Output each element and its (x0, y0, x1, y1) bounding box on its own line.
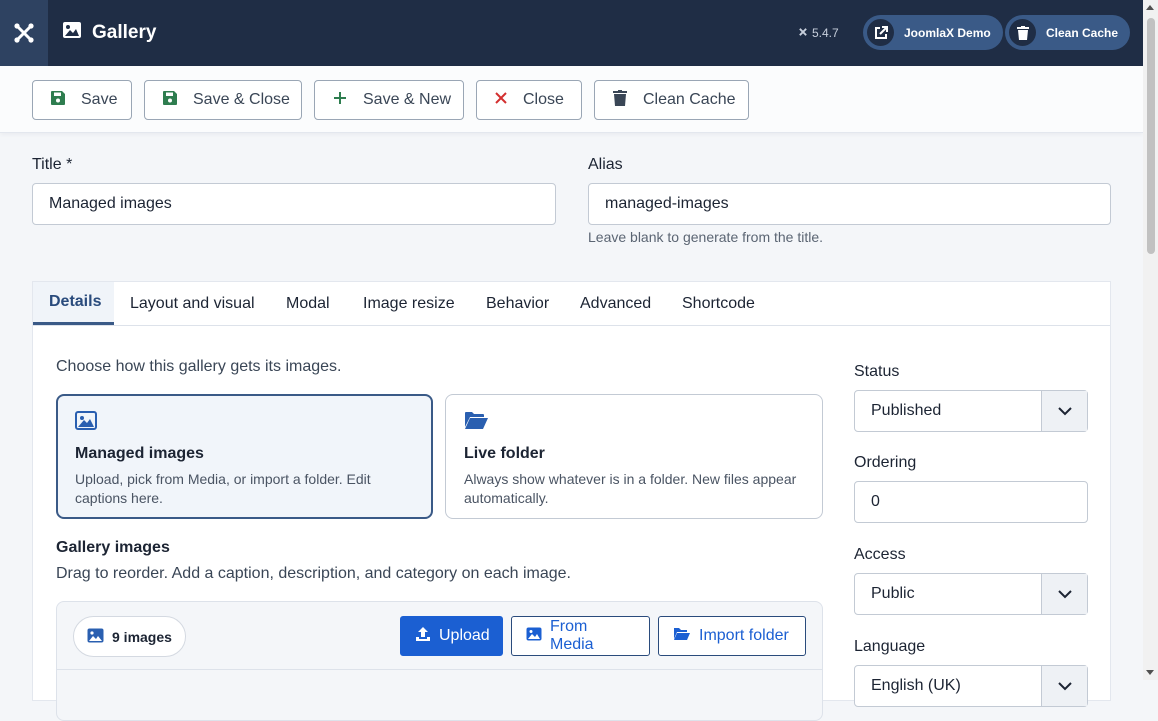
tab-behavior[interactable]: Behavior (470, 282, 565, 325)
upload-label: Upload (439, 627, 490, 644)
upload-button[interactable]: Upload (400, 616, 503, 656)
joomla-small-icon (798, 26, 808, 40)
version-text: 5.4.7 (812, 26, 839, 40)
image-count-badge: 9 images (73, 616, 186, 657)
image-icon (75, 411, 97, 434)
plus-icon (333, 91, 347, 110)
scroll-up-icon[interactable] (1146, 5, 1154, 10)
option-live-folder[interactable]: Live folder Always show whatever is in a… (445, 394, 823, 519)
save-label: Save (81, 91, 118, 108)
access-label: Access (854, 546, 906, 563)
save-close-label: Save & Close (193, 91, 290, 108)
import-folder-label: Import folder (699, 627, 789, 644)
external-link-icon (867, 19, 894, 46)
images-panel: 9 images Upload From Media Import folder (56, 601, 823, 721)
close-icon (495, 91, 507, 109)
option-desc: Always show whatever is in a folder. New… (464, 471, 797, 506)
save-button[interactable]: Save (32, 80, 132, 120)
language-select[interactable]: English (UK) (854, 665, 1088, 707)
access-select[interactable]: Public (854, 573, 1088, 615)
folder-open-icon (464, 412, 489, 434)
from-media-label: From Media (550, 618, 594, 653)
status-select[interactable]: Published (854, 390, 1088, 432)
from-media-button[interactable]: From Media (511, 616, 650, 656)
option-title: Managed images (75, 445, 204, 462)
header-clean-cache-button[interactable]: Clean Cache (1005, 15, 1131, 50)
save-icon (163, 90, 177, 110)
ordering-value: 0 (871, 493, 880, 510)
folder-open-icon (673, 627, 691, 646)
option-title: Live folder (464, 445, 545, 462)
page-title-text: Gallery (92, 22, 157, 43)
close-button[interactable]: Close (476, 80, 582, 120)
scroll-thumb[interactable] (1147, 18, 1155, 254)
gallery-images-desc: Drag to reorder. Add a caption, descript… (56, 565, 571, 582)
tab-image-resize[interactable]: Image resize (347, 282, 471, 325)
alias-field[interactable]: managed-images (588, 183, 1111, 225)
access-value: Public (871, 585, 915, 602)
header-clean-cache-label: Clean Cache (1046, 25, 1119, 40)
tab-details[interactable]: Details (33, 282, 114, 325)
title-value: Managed images (49, 195, 172, 212)
clean-cache-button[interactable]: Clean Cache (594, 80, 749, 120)
upload-icon (415, 626, 431, 647)
close-label: Close (523, 91, 564, 108)
chevron-down-icon (1041, 666, 1087, 706)
image-icon (87, 628, 104, 646)
image-count-text: 9 images (112, 628, 172, 645)
gallery-images-heading: Gallery images (56, 539, 170, 556)
image-icon (62, 21, 82, 45)
option-desc: Upload, pick from Media, or import a fol… (75, 471, 371, 506)
panel-divider (57, 669, 822, 670)
language-label: Language (854, 638, 926, 655)
edit-card: Details Layout and visual Modal Image re… (32, 281, 1111, 721)
save-close-button[interactable]: Save & Close (144, 80, 302, 120)
status-label: Status (854, 363, 900, 380)
app-header: Gallery 5.4.7 JoomlaX Demo Clean Cache (0, 0, 1143, 66)
status-value: Published (871, 402, 942, 419)
clean-cache-label: Clean Cache (643, 91, 736, 108)
save-new-button[interactable]: Save & New (314, 80, 464, 120)
scroll-down-icon[interactable] (1146, 670, 1154, 675)
image-icon (526, 627, 542, 646)
tab-advanced[interactable]: Advanced (564, 282, 667, 325)
trash-icon (613, 89, 627, 111)
tab-bar: Details Layout and visual Modal Image re… (33, 282, 1110, 326)
joomla-logo-icon[interactable] (0, 0, 48, 66)
alias-value: managed-images (605, 195, 729, 212)
alias-label: Alias (588, 156, 623, 173)
toolbar: Save Save & Close Save & New Close Clean… (0, 66, 1143, 133)
alias-hint: Leave blank to generate from the title. (588, 229, 824, 245)
version-label: 5.4.7 (798, 0, 839, 66)
option-managed-images[interactable]: Managed images Upload, pick from Media, … (56, 394, 433, 519)
page-scrollbar[interactable] (1143, 0, 1158, 680)
view-site-label: JoomlaX Demo (904, 25, 991, 40)
tab-modal[interactable]: Modal (270, 282, 346, 325)
page-title: Gallery (62, 0, 156, 66)
ordering-label: Ordering (854, 454, 917, 471)
tab-shortcode[interactable]: Shortcode (666, 282, 771, 325)
view-site-button[interactable]: JoomlaX Demo (863, 15, 1003, 50)
chevron-down-icon (1041, 391, 1087, 431)
ordering-field[interactable]: 0 (854, 481, 1088, 523)
tab-layout-visual[interactable]: Layout and visual (114, 282, 271, 325)
save-new-label: Save & New (363, 91, 452, 108)
source-intro: Choose how this gallery gets its images. (56, 358, 342, 375)
title-field[interactable]: Managed images (32, 183, 556, 225)
trash-icon (1009, 19, 1036, 46)
import-folder-button[interactable]: Import folder (658, 616, 806, 656)
title-label: Title * (32, 156, 73, 173)
save-icon (51, 90, 65, 110)
chevron-down-icon (1041, 574, 1087, 614)
